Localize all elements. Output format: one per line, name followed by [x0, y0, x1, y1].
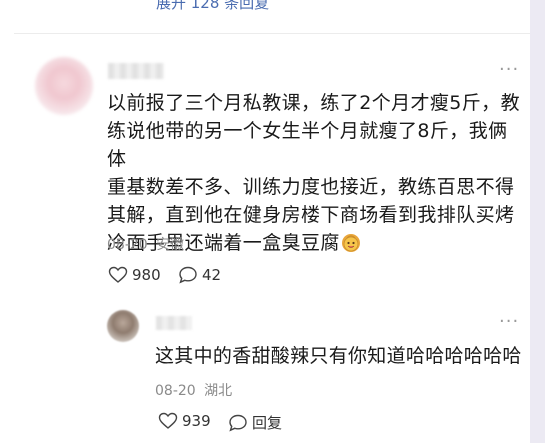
heart-icon	[108, 266, 128, 283]
avatar[interactable]	[35, 57, 93, 115]
reply-text: 这其中的香甜酸辣只有你知道哈哈哈哈哈哈	[155, 345, 522, 367]
username-blurred[interactable]	[156, 316, 192, 330]
comment-date: 08-20	[107, 237, 148, 253]
username-blurred[interactable]	[108, 63, 164, 79]
like-count: 980	[132, 266, 161, 284]
avatar[interactable]	[107, 310, 139, 342]
scroll-rail	[530, 0, 545, 443]
divider	[14, 33, 530, 34]
expand-replies-link[interactable]: 展开 128 条回复	[156, 0, 269, 13]
comment-line: 练说他带的另一个女生半个月就瘦了8斤，我俩体	[107, 120, 508, 170]
comment-location: 安徽	[156, 237, 185, 253]
smiling-face-emoji-icon	[341, 234, 360, 252]
reply-count: 42	[202, 266, 222, 284]
like-button[interactable]: 939	[158, 412, 211, 430]
comment-line: 以前报了三个月私教课，练了2个月才瘦5斤，教	[107, 92, 520, 114]
reply-meta: 08-20 湖北	[155, 380, 232, 400]
like-count: 939	[182, 412, 211, 430]
comment-card: 展开 128 条回复 ··· 以前报了三个月私教课，练了2个月才瘦5斤，教 练说…	[0, 0, 530, 443]
more-options-icon[interactable]: ···	[499, 313, 519, 331]
comment-bubble-icon	[179, 266, 197, 284]
comment-meta: 08-20 安徽	[107, 234, 184, 254]
comment-line: 其解，直到他在健身房楼下商场看到我排队买烤	[107, 204, 515, 226]
comment-line: 重基数差不多、训练力度也接近，教练百思不得	[107, 176, 515, 198]
like-button[interactable]: 980	[108, 266, 161, 284]
comment-bubble-icon	[229, 414, 247, 431]
reply-count-button[interactable]: 42	[178, 266, 221, 284]
reply-location: 湖北	[204, 383, 233, 399]
more-options-icon[interactable]: ···	[499, 61, 519, 79]
comment-text: 以前报了三个月私教课，练了2个月才瘦5斤，教 练说他带的另一个女生半个月就瘦了8…	[107, 89, 522, 257]
reply-label: 回复	[252, 414, 283, 432]
reply-button[interactable]: 回复	[228, 412, 282, 433]
heart-icon	[158, 412, 178, 429]
reply-date: 08-20	[155, 383, 196, 399]
